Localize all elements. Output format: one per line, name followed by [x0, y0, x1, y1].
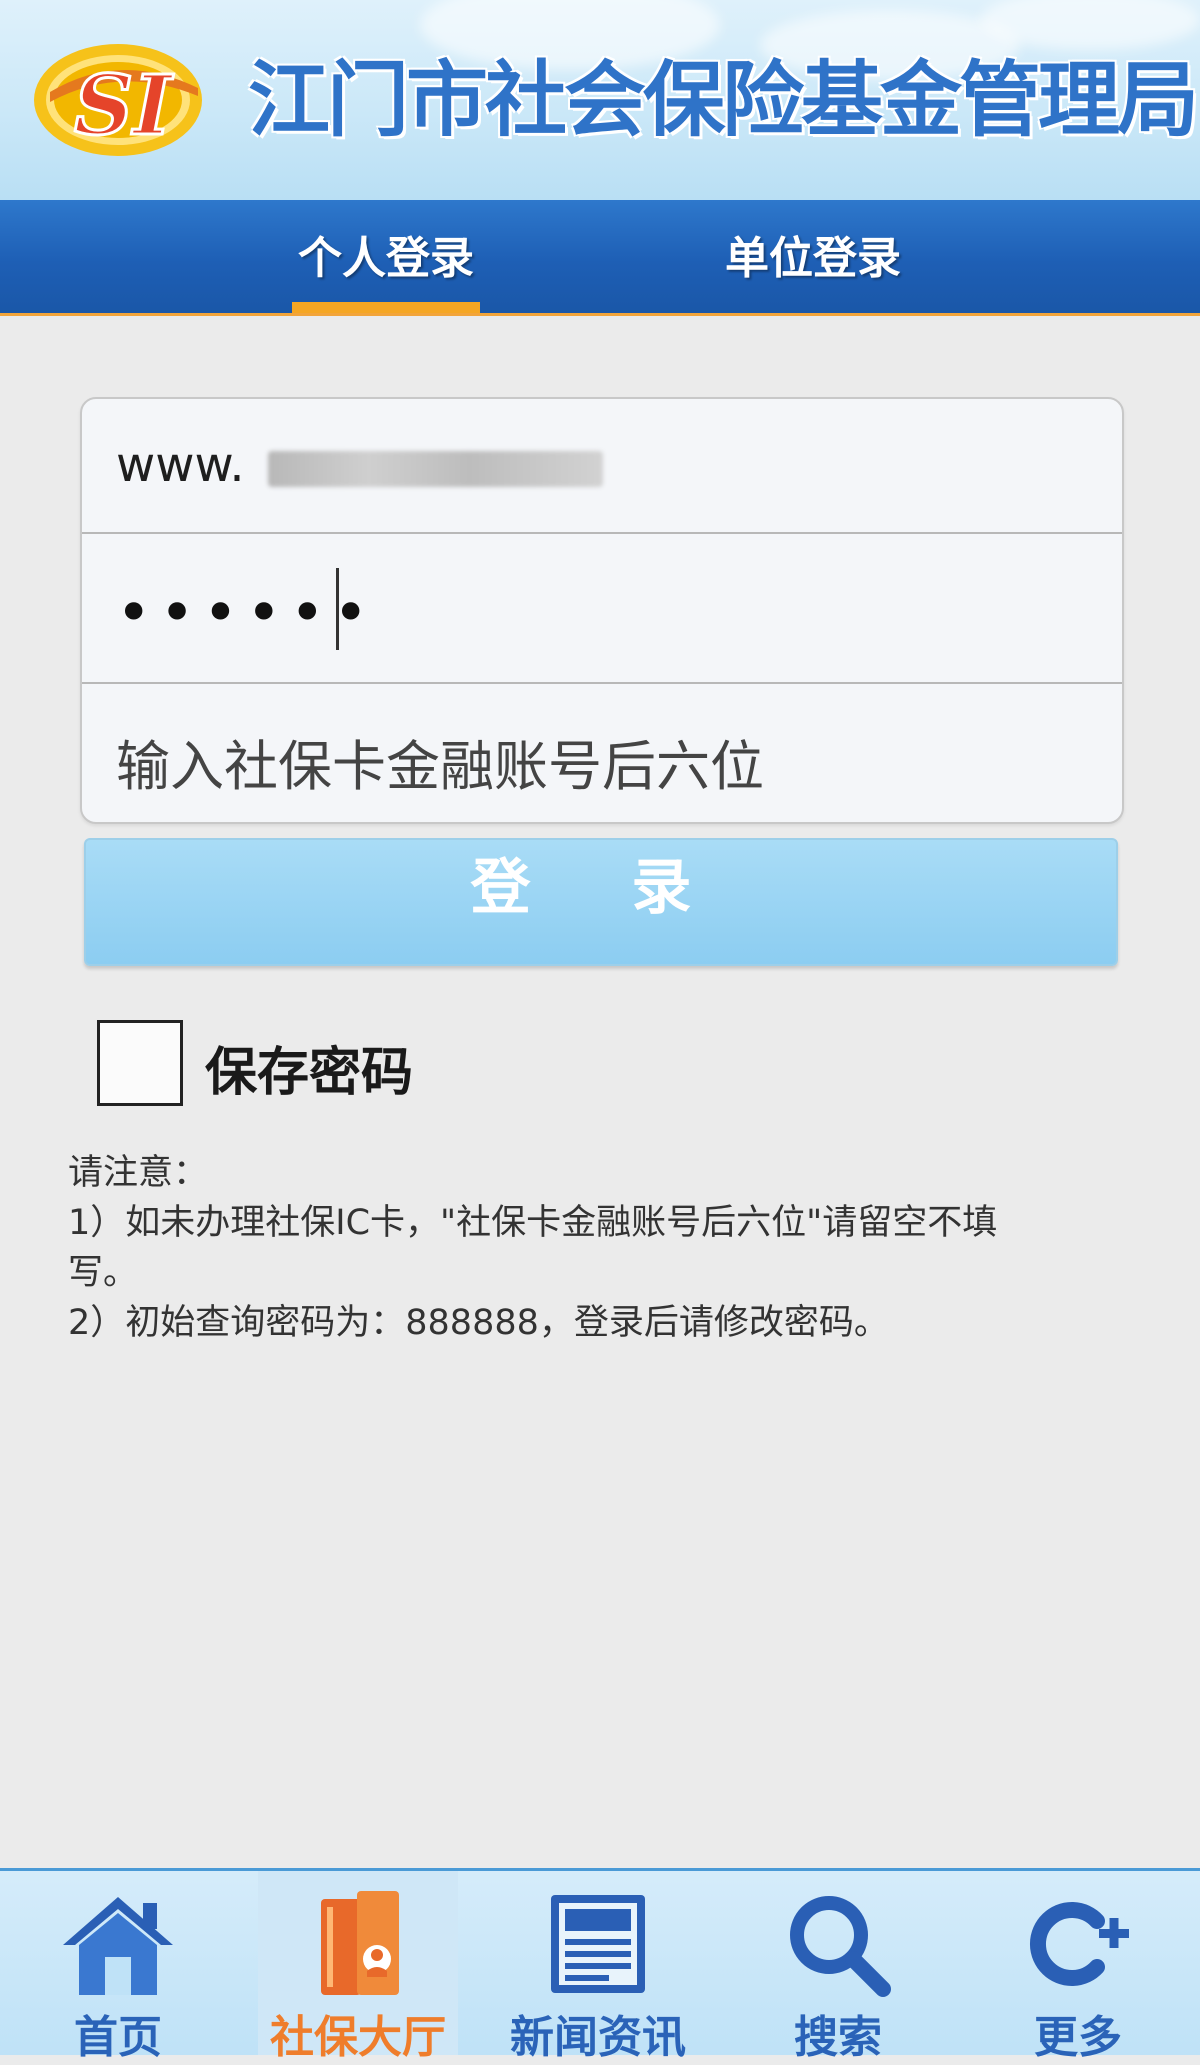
username-value: www. — [116, 437, 245, 493]
card-account-field[interactable]: 输入社保卡金融账号后六位 — [82, 684, 1122, 822]
si-logo-icon: SI — [34, 44, 202, 156]
username-field[interactable]: www. — [82, 399, 1122, 534]
news-icon — [551, 1895, 645, 1993]
redacted-username — [268, 451, 603, 487]
login-button[interactable]: 登 录 — [84, 838, 1118, 966]
nav-more[interactable]: 更多 — [978, 1871, 1178, 2063]
logo-text: SI — [74, 58, 174, 154]
notes-line-1: 1）如未办理社保IC卡，"社保卡金融账号后六位"请留空不填 — [68, 1203, 998, 1243]
search-icon — [790, 1896, 891, 1997]
notes-line-1-continued: 写。 — [68, 1253, 139, 1293]
nav-search[interactable]: 搜索 — [738, 1871, 938, 2063]
tab-unit-login[interactable]: 单位登录 — [700, 200, 926, 313]
nav-news-label: 新闻资讯 — [510, 2012, 686, 2063]
nav-news[interactable]: 新闻资讯 — [498, 1871, 698, 2063]
nav-service-hall-label: 社保大厅 — [270, 2012, 446, 2063]
login-tabbar: 个人登录 单位登录 — [0, 200, 1200, 316]
bottom-navigation: 首页 社保大厅 新闻资讯 搜索 更多 — [0, 1868, 1200, 2063]
nav-home[interactable]: 首页 — [18, 1871, 218, 2063]
remember-password-checkbox[interactable] — [97, 1020, 183, 1106]
login-form: www. •••••• 输入社保卡金融账号后六位 — [80, 397, 1124, 824]
home-icon — [63, 1897, 173, 1995]
login-notes: 请注意： 1）如未办理社保IC卡，"社保卡金融账号后六位"请留空不填 写。 2）… — [68, 1148, 1148, 1348]
tab-personal-login[interactable]: 个人登录 — [292, 200, 480, 313]
org-title: 江门市社会保险基金管理局 — [248, 53, 1199, 148]
nav-more-label: 更多 — [1034, 2012, 1122, 2063]
password-field[interactable]: •••••• — [82, 534, 1122, 684]
card-account-placeholder: 输入社保卡金融账号后六位 — [116, 735, 764, 798]
nav-service-hall[interactable]: 社保大厅 — [258, 1871, 458, 2063]
app-header: SI 江门市社会保险基金管理局 — [0, 0, 1200, 200]
notes-line-2: 2）初始查询密码为：888888，登录后请修改密码。 — [68, 1303, 889, 1343]
more-icon — [1029, 1902, 1129, 1986]
remember-password-label: 保存密码 — [205, 1043, 414, 1103]
notes-heading: 请注意： — [68, 1153, 209, 1193]
nav-search-label: 搜索 — [794, 2012, 882, 2063]
active-tab-indicator — [292, 302, 480, 313]
nav-home-label: 首页 — [74, 2012, 162, 2063]
text-caret — [336, 568, 339, 650]
service-hall-icon — [321, 1891, 399, 1995]
